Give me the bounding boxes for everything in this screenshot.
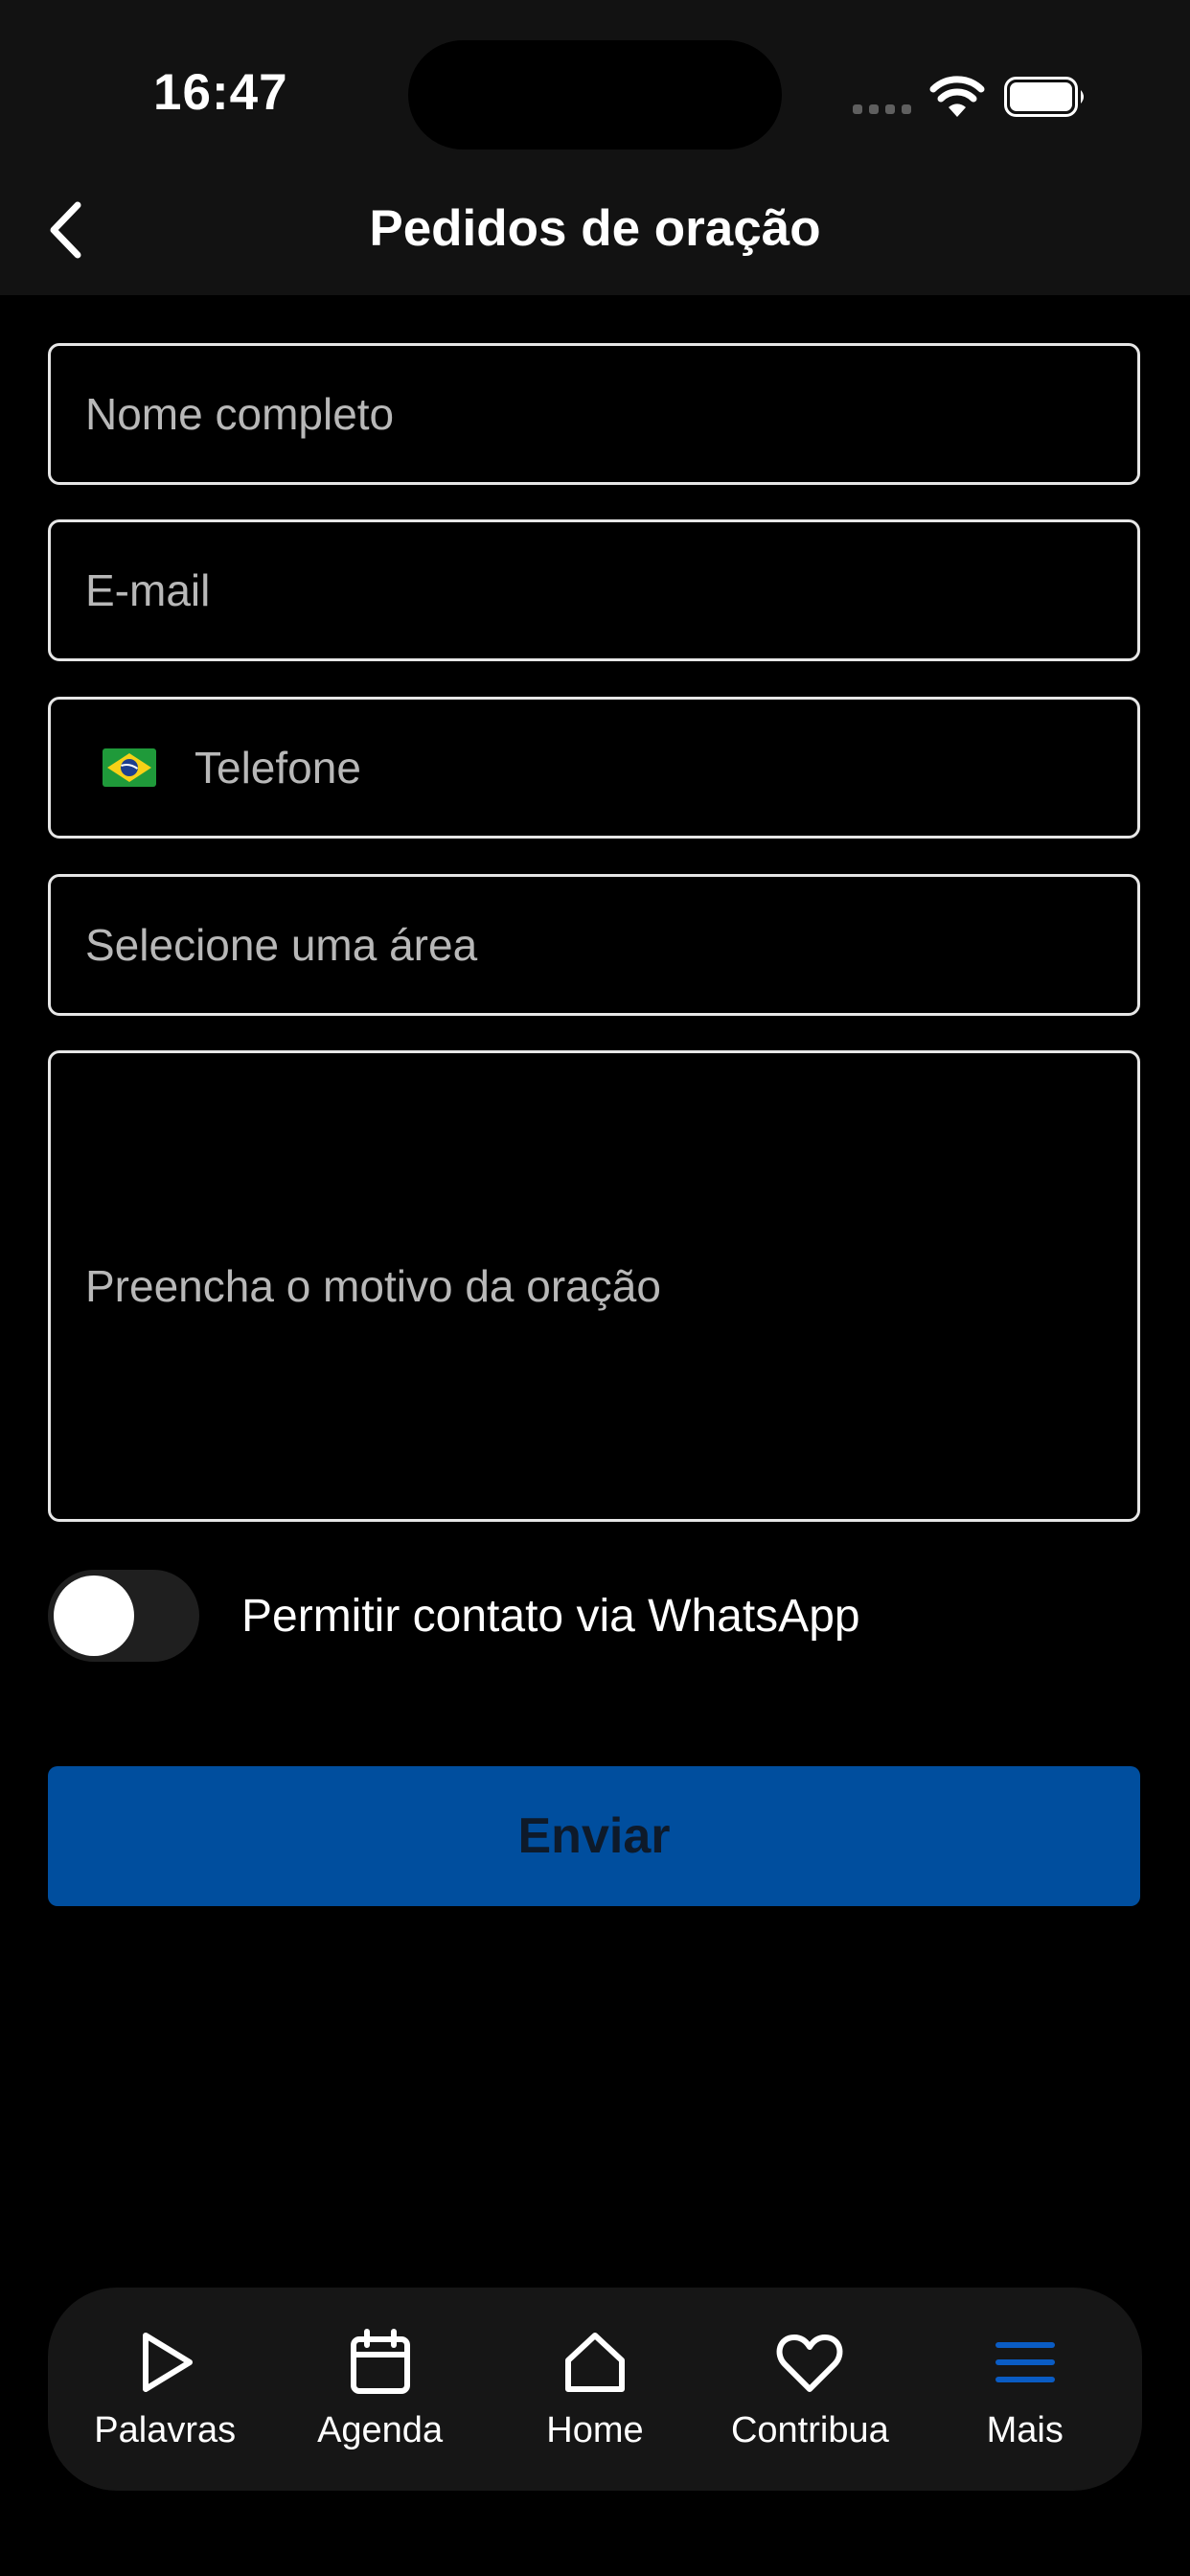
phone-placeholder: Telefone <box>195 743 361 793</box>
top-header: 16:47 Pedidos de oração <box>0 0 1190 295</box>
wifi-icon <box>929 76 985 117</box>
name-field[interactable]: Nome completo <box>48 343 1140 485</box>
play-icon <box>143 2332 194 2392</box>
submit-button[interactable]: Enviar <box>48 1766 1140 1906</box>
whatsapp-toggle-label: Permitir contato via WhatsApp <box>241 1590 860 1642</box>
brazil-flag-icon[interactable] <box>103 748 156 787</box>
bottom-tab-bar: Palavras Agenda Home Contribua Mais <box>48 2288 1142 2491</box>
tab-label-palavras: Palavras <box>94 2409 237 2450</box>
name-placeholder: Nome completo <box>85 389 395 439</box>
tab-home[interactable]: Home <box>494 2298 696 2480</box>
status-time: 16:47 <box>153 64 288 121</box>
menu-icon <box>995 2341 1055 2382</box>
tab-mais[interactable]: Mais <box>925 2298 1126 2480</box>
reason-placeholder: Preencha o motivo da oração <box>85 1261 661 1311</box>
cellular-signal-icon <box>853 104 912 114</box>
whatsapp-toggle[interactable] <box>48 1570 199 1662</box>
tab-agenda[interactable]: Agenda <box>280 2298 481 2480</box>
tab-contribua[interactable]: Contribua <box>709 2298 910 2480</box>
tab-label-agenda: Agenda <box>317 2409 444 2450</box>
phone-field[interactable]: Telefone <box>48 697 1140 839</box>
area-select[interactable]: Selecione uma área <box>48 874 1140 1016</box>
area-placeholder: Selecione uma área <box>85 920 478 970</box>
email-field[interactable]: E-mail <box>48 519 1140 661</box>
home-icon <box>564 2332 625 2392</box>
tab-label-home: Home <box>546 2409 644 2450</box>
heart-icon <box>776 2334 843 2392</box>
dynamic-island <box>408 40 782 150</box>
battery-icon <box>1004 77 1084 117</box>
reason-textarea[interactable]: Preencha o motivo da oração <box>48 1050 1140 1522</box>
tab-label-contribua: Contribua <box>730 2409 889 2450</box>
tab-label-mais: Mais <box>986 2409 1064 2450</box>
tab-palavras[interactable]: Palavras <box>64 2298 265 2480</box>
toggle-knob <box>54 1576 134 1656</box>
whatsapp-toggle-row: Permitir contato via WhatsApp <box>48 1564 1140 1668</box>
calendar-icon <box>350 2328 410 2394</box>
page-title: Pedidos de oração <box>369 200 821 257</box>
email-placeholder: E-mail <box>85 565 211 615</box>
